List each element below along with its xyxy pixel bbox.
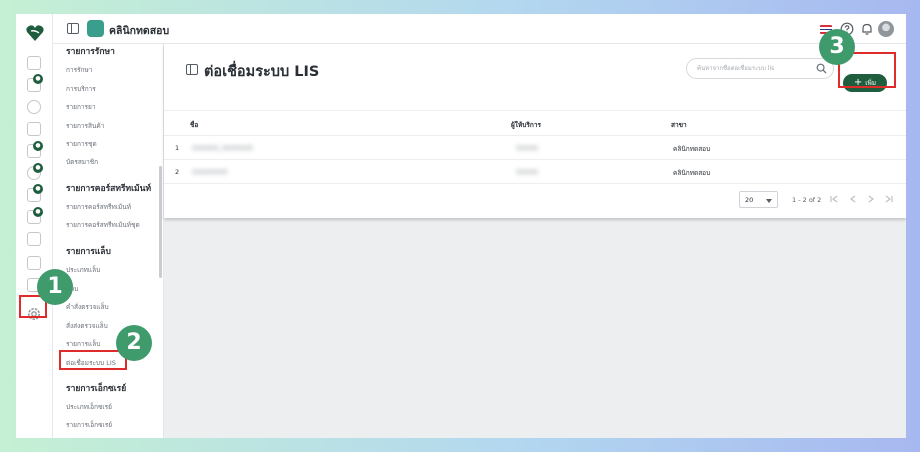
user-icon[interactable] — [27, 100, 41, 114]
menu-item[interactable]: รายการเอ็กซเรย์ — [66, 420, 112, 430]
submenu-scrollbar[interactable] — [159, 166, 162, 278]
notification-badge: ● — [33, 141, 43, 151]
menu-section-title: รายการคอร์สทรีทเม้นท์ — [66, 184, 152, 194]
menu-section-title: รายการเอ็กซเรย์ — [66, 384, 127, 394]
table-header: ชื่อ ผู้ให้บริการ สาขา — [164, 110, 906, 136]
clinic-logo-icon — [87, 20, 104, 37]
calendar-icon[interactable] — [27, 122, 41, 136]
settings-submenu: รายการรักษา การรักษา การบริการ รายการยา … — [53, 44, 164, 438]
notification-badge: ● — [33, 163, 43, 173]
menu-item[interactable]: รายการคอร์สทรีทเม้นท์ — [66, 202, 131, 212]
icon-rail: ● ● ● ● ● — [16, 14, 53, 438]
menu-item[interactable]: การบริการ — [66, 84, 96, 94]
menu-item[interactable]: ประเภทแล็บ — [66, 265, 100, 275]
menu-section-title: รายการรักษา — [66, 47, 115, 57]
prev-page-icon[interactable] — [848, 194, 858, 204]
row-name: XXXXXXXX — [192, 168, 228, 176]
top-bar: คลินิกทดสอบ — [53, 14, 906, 44]
row-index: 2 — [175, 168, 180, 176]
brand-name: คลินิกทดสอบ — [109, 25, 170, 37]
bell-icon[interactable] — [860, 22, 874, 36]
highlight-lis-menu — [59, 350, 127, 370]
panel-icon — [186, 64, 198, 75]
home-icon[interactable] — [27, 56, 41, 70]
menu-item[interactable]: สั่งส่งตรวจแล็บ — [66, 321, 108, 331]
first-page-icon[interactable] — [829, 194, 839, 204]
grid-icon[interactable] — [27, 256, 41, 270]
row-provider: XXXXX — [516, 144, 539, 152]
avatar[interactable] — [878, 21, 894, 37]
menu-item[interactable]: รายการสินค้า — [66, 121, 104, 131]
step-callout-2: 2 — [116, 325, 152, 361]
step-callout-1: 1 — [37, 269, 73, 305]
column-header-name[interactable]: ชื่อ — [190, 120, 198, 130]
table-row[interactable]: 2 XXXXXXXX XXXXX คลินิกทดสอบ — [164, 160, 906, 184]
sidebar-toggle-icon[interactable] — [67, 23, 79, 34]
page-size-value: 20 — [745, 196, 754, 204]
last-page-icon[interactable] — [884, 194, 894, 204]
step-callout-3: 3 — [819, 29, 855, 65]
notification-badge: ● — [33, 207, 43, 217]
main-content: ต่อเชื่อมระบบ LIS + เพิ่ม ชื่อ ผู้ให้บริ… — [164, 44, 906, 438]
page-title: ต่อเชื่อมระบบ LIS — [204, 64, 320, 80]
search-icon[interactable] — [816, 63, 827, 74]
page-size-select[interactable]: 20 — [739, 191, 778, 208]
pagination: 20 1 - 2 of 2 — [164, 189, 906, 211]
lis-list-card: ต่อเชื่อมระบบ LIS + เพิ่ม ชื่อ ผู้ให้บริ… — [164, 44, 906, 218]
column-header-provider[interactable]: ผู้ให้บริการ — [511, 120, 541, 130]
search-input[interactable] — [686, 58, 834, 79]
row-name: XXXXXX_XXXXXXX — [192, 144, 254, 152]
notification-badge: ● — [33, 184, 43, 194]
leaf-heart-icon[interactable] — [25, 24, 45, 42]
next-page-icon[interactable] — [866, 194, 876, 204]
menu-item[interactable]: การรักษา — [66, 65, 92, 75]
menu-item[interactable]: บัตรสมาชิก — [66, 157, 98, 167]
row-branch: คลินิกทดสอบ — [673, 169, 711, 177]
menu-item[interactable]: ประเภทเอ็กซเรย์ — [66, 402, 112, 412]
menu-item[interactable]: คำสั่งตรวจแล็บ — [66, 302, 109, 312]
box-icon[interactable] — [27, 232, 41, 246]
menu-section-title: รายการแล็บ — [66, 247, 111, 257]
app-window: ● ● ● ● ● คลินิกทดสอบ รายการรักษา การรัก… — [16, 14, 906, 438]
menu-item[interactable]: รายการชุด — [66, 139, 97, 149]
row-provider: XXXXX — [516, 168, 539, 176]
page-range: 1 - 2 of 2 — [792, 196, 822, 204]
column-header-branch[interactable]: สาขา — [671, 120, 687, 130]
menu-item[interactable]: รายการคอร์สทรีทเม้นท์ชุด — [66, 220, 140, 230]
notification-badge: ● — [33, 74, 43, 84]
row-branch: คลินิกทดสอบ — [673, 145, 711, 153]
chevron-down-icon — [766, 199, 772, 203]
menu-item[interactable]: รายการยา — [66, 102, 96, 112]
menu-item[interactable]: รายการแล็บ — [66, 339, 100, 349]
row-index: 1 — [175, 144, 180, 152]
table-row[interactable]: 1 XXXXXX_XXXXXXX XXXXX คลินิกทดสอบ — [164, 136, 906, 160]
